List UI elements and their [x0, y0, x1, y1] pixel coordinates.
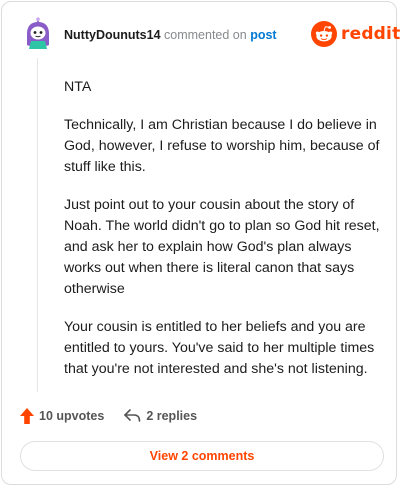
reply-arrow-icon: [124, 409, 141, 422]
comment-actions: 10 upvotes 2 replies: [20, 406, 197, 426]
comment-paragraph: Just point out to your cousin about the …: [64, 197, 380, 297]
comment-card: NuttyDounuts14 commented on post reddit …: [1, 1, 400, 485]
upvote-count: 10 upvotes: [39, 409, 105, 423]
comment-paragraph: NTA: [64, 79, 92, 95]
upvote-arrow-icon: [20, 408, 34, 424]
avatar-icon: [27, 17, 49, 49]
upvote-button[interactable]: 10 upvotes: [20, 408, 104, 424]
comment-paragraph: Your cousin is entitled to her beliefs a…: [64, 319, 375, 377]
reddit-snoo-icon: [311, 21, 337, 47]
view-comments-button[interactable]: View 2 comments: [20, 441, 384, 471]
brand-wordmark: reddit: [341, 24, 400, 44]
comment-header: NuttyDounuts14 commented on post: [64, 27, 277, 43]
comment-body: NTA Technically, I am Christian because …: [64, 77, 384, 397]
username-link[interactable]: NuttyDounuts14: [64, 28, 161, 42]
replies-count: 2 replies: [146, 409, 198, 423]
thread-line[interactable]: [37, 58, 38, 392]
commented-label: commented on: [164, 28, 247, 42]
replies-button[interactable]: 2 replies: [124, 409, 197, 423]
post-link[interactable]: post: [250, 28, 276, 42]
comment-paragraph: Technically, I am Christian because I do…: [64, 117, 380, 175]
user-avatar[interactable]: [22, 17, 54, 49]
reddit-logo[interactable]: reddit: [311, 20, 400, 48]
